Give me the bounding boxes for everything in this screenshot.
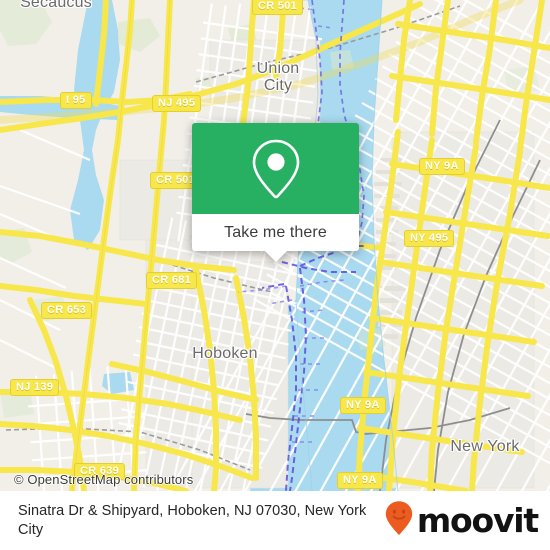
highway-shield-nj-139: NJ 139	[10, 379, 60, 396]
highway-shield-ny-495: NY 495	[404, 230, 455, 247]
popup-tail	[264, 251, 287, 262]
take-me-there-label: Take me there	[224, 223, 327, 241]
moovit-smiley-pin-icon	[384, 500, 414, 541]
highway-shield-i-95: I 95	[60, 92, 92, 109]
map-attribution[interactable]: © OpenStreetMap contributors	[14, 472, 193, 487]
highway-shield-ny-9a-north: NY 9A	[419, 158, 465, 175]
highway-shield-cr-653: CR 653	[41, 302, 93, 319]
moovit-wordmark: moovit	[416, 501, 539, 540]
location-popup-card[interactable]: Take me there	[192, 123, 359, 262]
map-pin-icon	[250, 138, 302, 200]
highway-shield-ny-9a-south: NY 9A	[337, 472, 383, 489]
highway-shield-ny-9a-mid: NY 9A	[340, 397, 386, 414]
popup-header	[192, 123, 359, 214]
map-canvas[interactable]: Secaucus Union City Hoboken New York CR …	[0, 0, 550, 491]
highway-shield-cr-501-top: CR 501	[252, 0, 304, 15]
location-title: Sinatra Dr & Shipyard, Hoboken, NJ 07030…	[18, 502, 367, 538]
moovit-brand[interactable]: moovit	[384, 500, 539, 541]
highway-shield-nj-495: NJ 495	[152, 95, 202, 112]
highway-shield-cr-681: CR 681	[146, 272, 198, 289]
footer-bar: Sinatra Dr & Shipyard, Hoboken, NJ 07030…	[0, 491, 550, 550]
moovit-map-screenshot: Secaucus Union City Hoboken New York CR …	[0, 0, 550, 550]
take-me-there-button[interactable]: Take me there	[192, 214, 359, 262]
